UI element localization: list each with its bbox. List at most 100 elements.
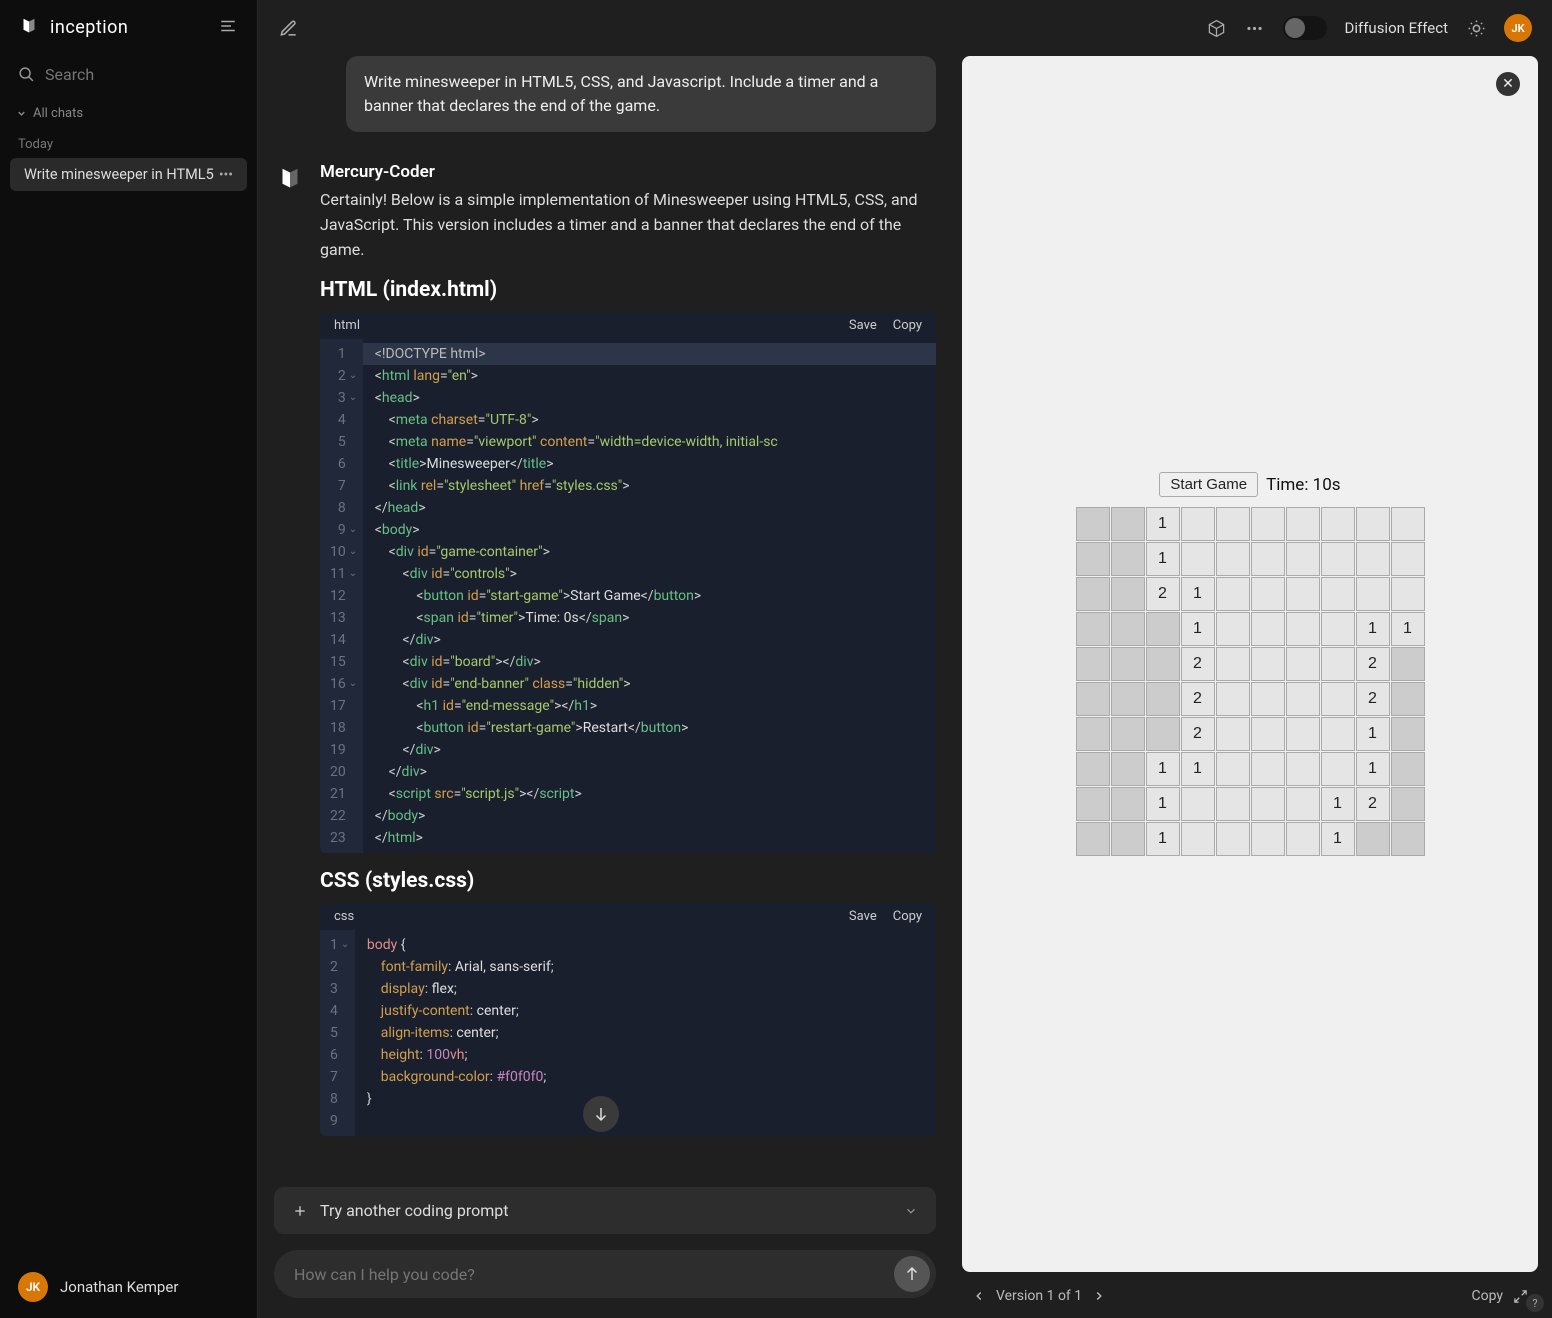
game-cell[interactable] xyxy=(1076,682,1110,716)
game-cell[interactable]: 2 xyxy=(1181,682,1215,716)
game-cell[interactable] xyxy=(1076,507,1110,541)
prompt-suggestion[interactable]: Try another coding prompt xyxy=(274,1187,936,1234)
game-cell[interactable]: 1 xyxy=(1181,752,1215,786)
code-copy-button[interactable]: Copy xyxy=(893,318,922,333)
game-cell[interactable] xyxy=(1111,612,1145,646)
game-cell[interactable] xyxy=(1391,717,1425,751)
code-save-button[interactable]: Save xyxy=(849,318,877,333)
game-cell[interactable] xyxy=(1076,647,1110,681)
game-cell[interactable] xyxy=(1356,577,1390,611)
game-cell[interactable] xyxy=(1251,717,1285,751)
game-cell[interactable] xyxy=(1286,507,1320,541)
compose-icon[interactable] xyxy=(278,18,298,38)
game-cell[interactable] xyxy=(1216,507,1250,541)
game-cell[interactable]: 1 xyxy=(1356,752,1390,786)
game-cell[interactable] xyxy=(1216,787,1250,821)
game-cell[interactable] xyxy=(1076,787,1110,821)
game-cell[interactable] xyxy=(1286,752,1320,786)
more-icon[interactable] xyxy=(1245,18,1265,38)
game-cell[interactable]: 1 xyxy=(1181,612,1215,646)
game-cell[interactable] xyxy=(1111,717,1145,751)
game-cell[interactable]: 1 xyxy=(1146,787,1180,821)
chats-header[interactable]: All chats xyxy=(0,100,257,127)
game-cell[interactable] xyxy=(1391,647,1425,681)
search-input[interactable] xyxy=(45,65,248,84)
game-cell[interactable] xyxy=(1321,542,1355,576)
game-cell[interactable] xyxy=(1076,822,1110,856)
game-cell[interactable] xyxy=(1321,647,1355,681)
game-cell[interactable] xyxy=(1391,682,1425,716)
game-cell[interactable]: 2 xyxy=(1356,682,1390,716)
game-cell[interactable]: 1 xyxy=(1146,822,1180,856)
game-cell[interactable] xyxy=(1111,682,1145,716)
chat-item[interactable]: Write minesweeper in HTML5 ••• xyxy=(10,158,247,191)
game-cell[interactable] xyxy=(1181,542,1215,576)
game-cell[interactable] xyxy=(1251,507,1285,541)
game-cell[interactable] xyxy=(1216,682,1250,716)
game-cell[interactable]: 1 xyxy=(1146,752,1180,786)
game-cell[interactable] xyxy=(1286,682,1320,716)
game-cell[interactable]: 2 xyxy=(1181,717,1215,751)
game-cell[interactable] xyxy=(1111,822,1145,856)
game-cell[interactable] xyxy=(1111,752,1145,786)
game-cell[interactable] xyxy=(1286,542,1320,576)
game-cell[interactable] xyxy=(1216,577,1250,611)
game-cell[interactable] xyxy=(1111,542,1145,576)
game-cell[interactable]: 1 xyxy=(1356,612,1390,646)
game-cell[interactable] xyxy=(1391,507,1425,541)
header-avatar[interactable]: JK xyxy=(1504,14,1532,42)
game-cell[interactable] xyxy=(1216,542,1250,576)
game-cell[interactable]: 1 xyxy=(1356,717,1390,751)
game-cell[interactable] xyxy=(1391,577,1425,611)
game-cell[interactable] xyxy=(1146,647,1180,681)
avatar[interactable]: JK xyxy=(18,1272,48,1302)
game-cell[interactable] xyxy=(1356,822,1390,856)
game-cell[interactable] xyxy=(1216,647,1250,681)
game-cell[interactable] xyxy=(1216,717,1250,751)
game-cell[interactable] xyxy=(1251,647,1285,681)
game-cell[interactable] xyxy=(1286,787,1320,821)
scroll-down-button[interactable] xyxy=(583,1096,619,1132)
code-copy-button[interactable]: Copy xyxy=(893,909,922,924)
game-cell[interactable] xyxy=(1111,507,1145,541)
game-cell[interactable] xyxy=(1251,822,1285,856)
game-cell[interactable] xyxy=(1076,577,1110,611)
next-version-icon[interactable] xyxy=(1092,1289,1106,1303)
game-cell[interactable] xyxy=(1286,612,1320,646)
game-cell[interactable] xyxy=(1216,822,1250,856)
game-cell[interactable]: 1 xyxy=(1146,507,1180,541)
start-game-button[interactable]: Start Game xyxy=(1159,472,1258,497)
game-cell[interactable] xyxy=(1076,717,1110,751)
game-cell[interactable] xyxy=(1076,612,1110,646)
game-cell[interactable] xyxy=(1286,822,1320,856)
game-cell[interactable]: 1 xyxy=(1391,612,1425,646)
close-icon[interactable]: ✕ xyxy=(1496,72,1520,96)
game-cell[interactable] xyxy=(1321,577,1355,611)
game-cell[interactable] xyxy=(1286,577,1320,611)
game-cell[interactable] xyxy=(1321,752,1355,786)
game-cell[interactable] xyxy=(1391,542,1425,576)
prev-version-icon[interactable] xyxy=(972,1289,986,1303)
game-cell[interactable] xyxy=(1286,717,1320,751)
game-cell[interactable] xyxy=(1111,787,1145,821)
game-cell[interactable] xyxy=(1216,752,1250,786)
game-cell[interactable]: 1 xyxy=(1181,577,1215,611)
game-cell[interactable]: 2 xyxy=(1356,787,1390,821)
game-cell[interactable] xyxy=(1321,682,1355,716)
game-cell[interactable] xyxy=(1216,612,1250,646)
game-cell[interactable] xyxy=(1356,542,1390,576)
game-cell[interactable] xyxy=(1111,647,1145,681)
game-cell[interactable]: 1 xyxy=(1321,822,1355,856)
game-cell[interactable] xyxy=(1391,752,1425,786)
preview-copy-button[interactable]: Copy xyxy=(1471,1288,1503,1304)
game-cell[interactable] xyxy=(1321,507,1355,541)
game-cell[interactable] xyxy=(1251,752,1285,786)
game-cell[interactable]: 2 xyxy=(1181,647,1215,681)
game-cell[interactable] xyxy=(1251,577,1285,611)
game-cell[interactable] xyxy=(1076,752,1110,786)
game-cell[interactable]: 2 xyxy=(1356,647,1390,681)
help-button[interactable]: ? xyxy=(1526,1294,1544,1312)
game-cell[interactable]: 2 xyxy=(1146,577,1180,611)
sidebar-collapse-icon[interactable] xyxy=(219,17,239,37)
diffusion-toggle[interactable] xyxy=(1283,16,1327,40)
